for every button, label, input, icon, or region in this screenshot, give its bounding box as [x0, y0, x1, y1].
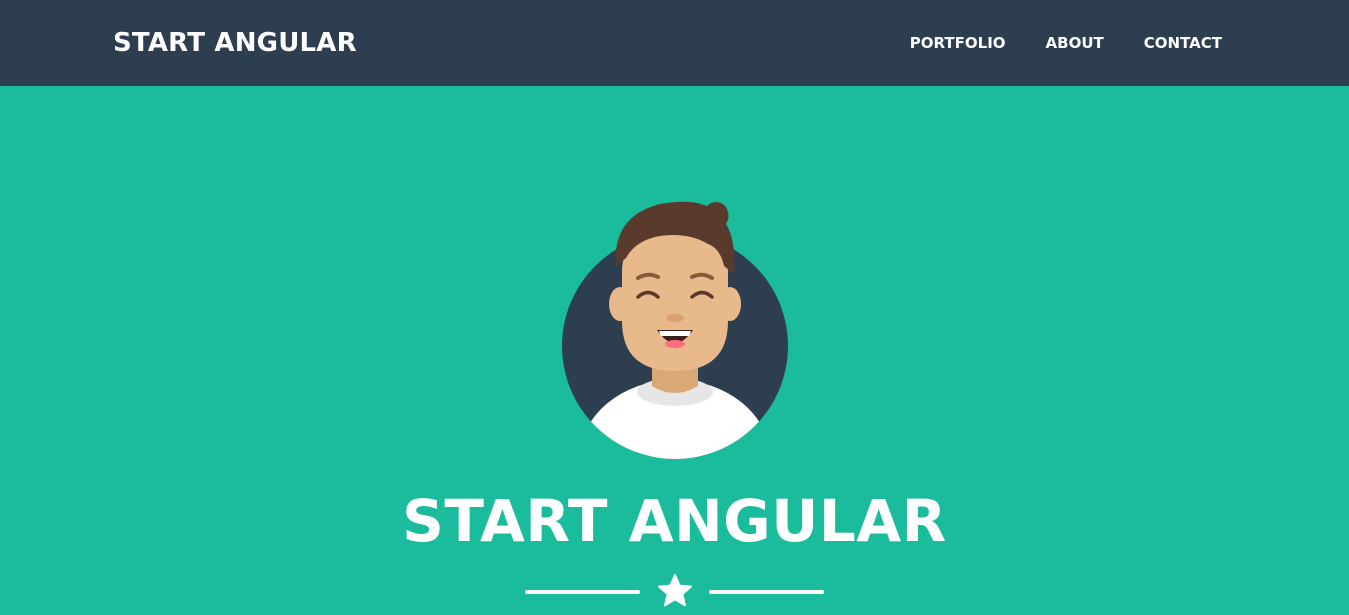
- star-icon: [658, 574, 692, 607]
- avatar-icon: [562, 201, 788, 459]
- star-divider: [525, 571, 825, 611]
- nav-link-about[interactable]: ABOUT: [1046, 33, 1104, 53]
- divider-line-left: [525, 590, 640, 594]
- nav-link-portfolio[interactable]: PORTFOLIO: [910, 33, 1006, 53]
- brand-logo-link[interactable]: START ANGULAR: [113, 27, 357, 59]
- hero-title: START ANGULAR: [402, 487, 947, 555]
- navbar: START ANGULAR PORTFOLIO ABOUT CONTACT: [0, 0, 1349, 86]
- divider-line-right: [709, 590, 824, 594]
- avatar-face: [622, 234, 728, 371]
- nav-links: PORTFOLIO ABOUT CONTACT: [870, 33, 1222, 53]
- nav-link-contact[interactable]: CONTACT: [1144, 33, 1222, 53]
